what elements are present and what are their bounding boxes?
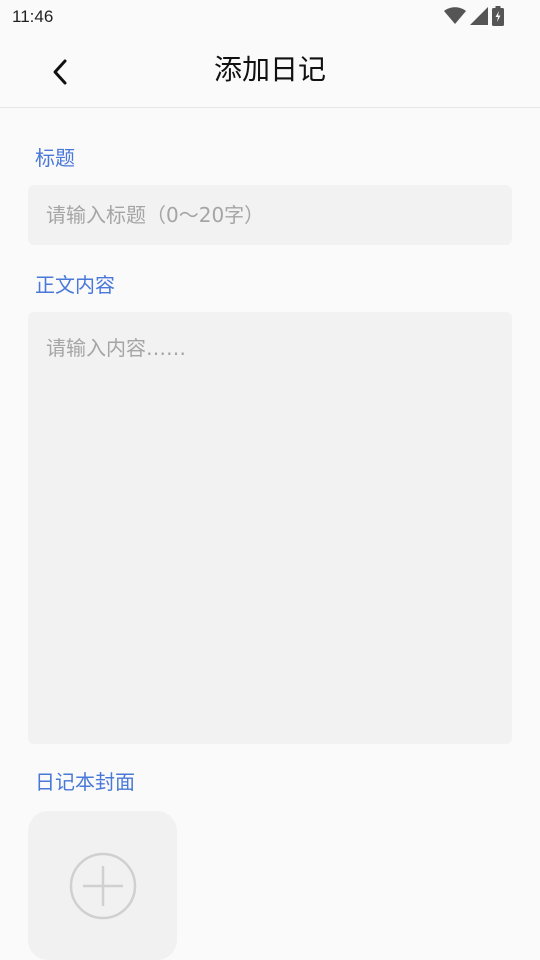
battery-charging-icon (492, 6, 504, 26)
status-icons (444, 6, 504, 26)
cover-label: 日记本封面 (35, 770, 135, 794)
plus-circle-icon (69, 852, 136, 919)
content-input[interactable] (28, 312, 512, 744)
status-time: 11:46 (12, 7, 54, 26)
app-bar: 添加日记 (0, 34, 540, 108)
title-input[interactable] (28, 185, 512, 245)
status-bar: 11:46 (0, 0, 540, 34)
title-label: 标题 (35, 146, 75, 170)
add-cover-button[interactable] (28, 811, 177, 960)
page-title: 添加日记 (213, 53, 326, 86)
wifi-icon (444, 7, 466, 24)
signal-icon (470, 7, 488, 25)
content-label: 正文内容 (35, 273, 115, 297)
